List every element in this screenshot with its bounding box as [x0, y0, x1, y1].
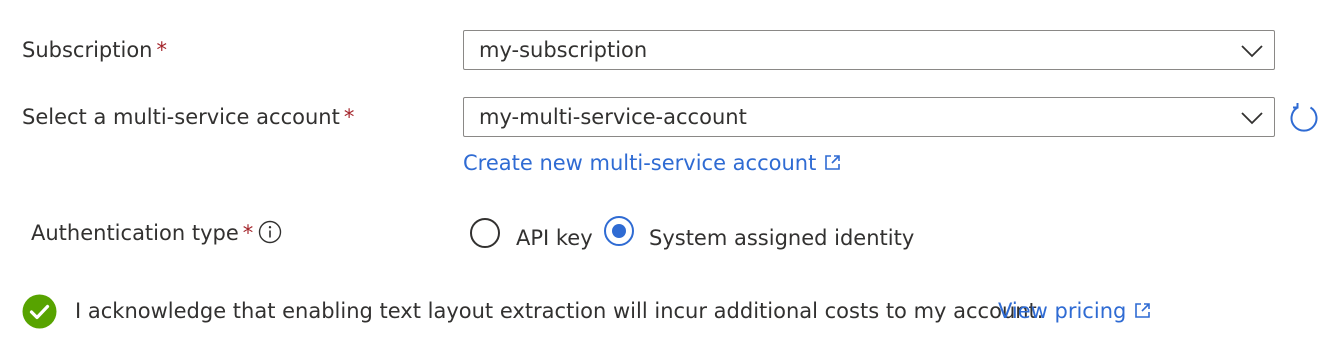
info-icon[interactable] — [258, 220, 282, 244]
chevron-down-icon — [1241, 45, 1263, 58]
account-value: my-multi-service-account — [479, 105, 747, 129]
radio-system-assigned-identity[interactable] — [604, 216, 634, 246]
subscription-label: Subscription * — [22, 36, 167, 64]
refresh-icon[interactable] — [1288, 102, 1320, 134]
create-account-link[interactable]: Create new multi-service account — [463, 149, 841, 177]
view-pricing-link[interactable]: View pricing — [998, 297, 1151, 325]
required-mark: * — [343, 105, 355, 129]
account-label-text: Select a multi-service account — [22, 105, 340, 129]
account-dropdown[interactable]: my-multi-service-account — [463, 97, 1275, 137]
auth-label-text: Authentication type — [31, 221, 239, 245]
subscription-dropdown[interactable]: my-subscription — [463, 30, 1275, 70]
required-mark: * — [242, 221, 254, 245]
external-link-icon — [1135, 302, 1151, 318]
subscription-label-text: Subscription — [22, 38, 153, 62]
view-pricing-link-text: View pricing — [998, 299, 1127, 323]
radio-system-assigned-identity-label[interactable]: System assigned identity — [649, 224, 914, 252]
auth-label: Authentication type * — [31, 219, 253, 247]
radio-api-key[interactable] — [470, 218, 500, 248]
acknowledge-text: I acknowledge that enabling text layout … — [75, 299, 1044, 323]
chevron-down-icon — [1241, 112, 1263, 125]
radio-api-key-label[interactable]: API key — [516, 224, 593, 252]
external-link-icon — [825, 154, 841, 170]
account-label: Select a multi-service account * — [22, 103, 354, 131]
subscription-value: my-subscription — [479, 38, 648, 62]
required-mark: * — [156, 38, 167, 62]
checkmark-circle-icon — [22, 294, 57, 329]
create-account-link-text: Create new multi-service account — [463, 151, 817, 175]
